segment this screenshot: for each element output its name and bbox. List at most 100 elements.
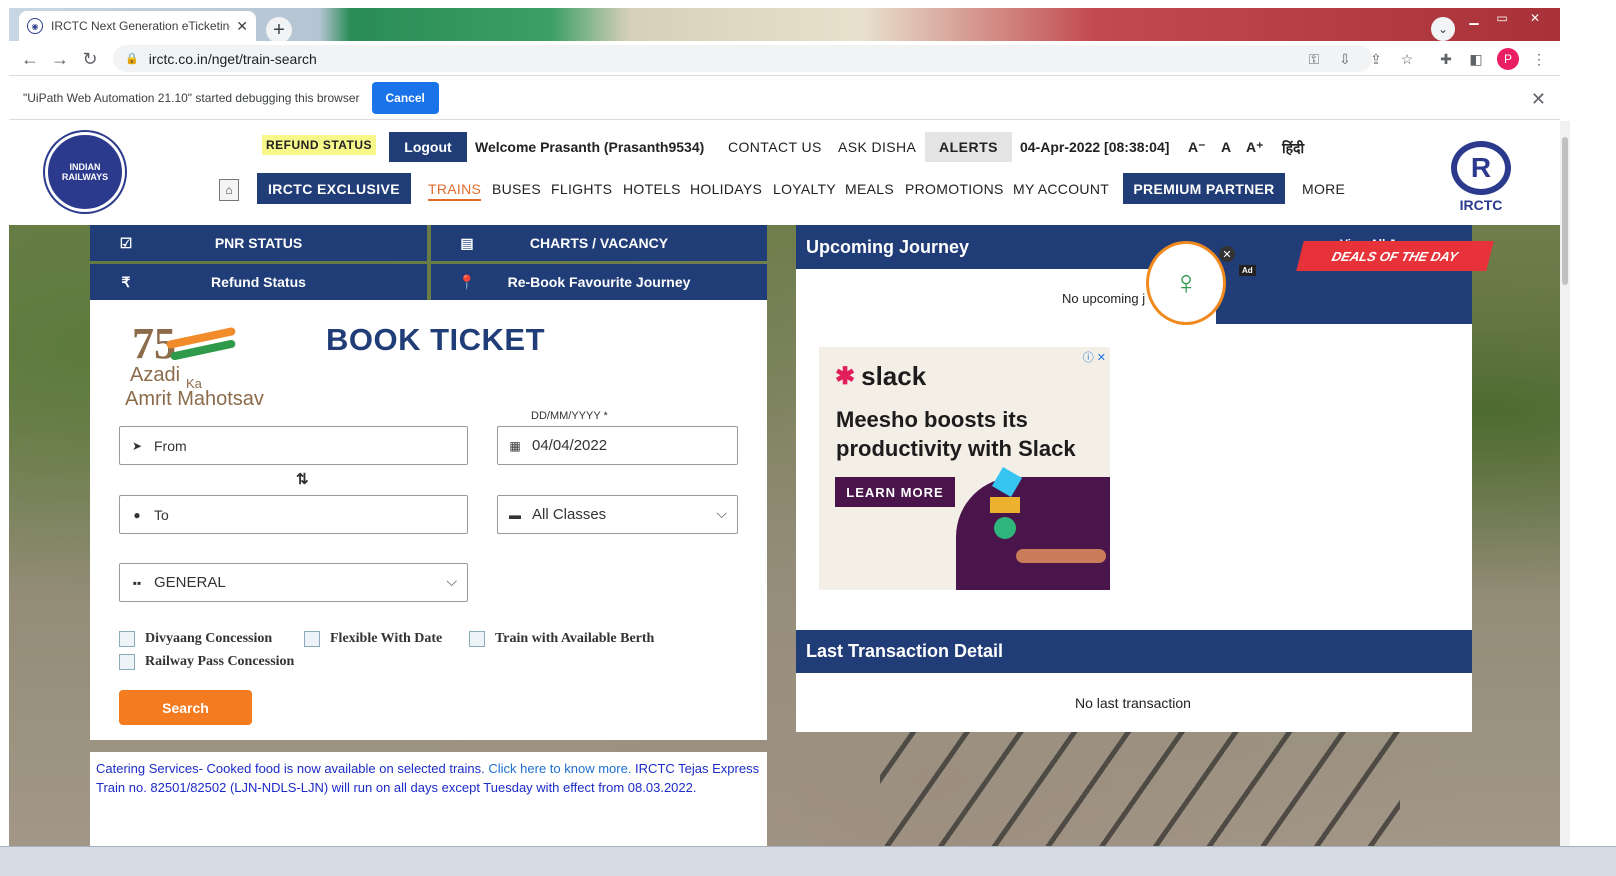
extensions-icon[interactable]: ✚ (1436, 49, 1456, 69)
checkbox-box[interactable] (119, 654, 135, 670)
nav-buses[interactable]: BUSES (492, 181, 541, 197)
font-normal-button[interactable]: A (1221, 139, 1231, 155)
cancel-debug-button[interactable]: Cancel (371, 82, 439, 114)
ad-choices-icon[interactable]: ⓘ ✕ (1083, 349, 1106, 365)
location-arrow-icon: ➤ (131, 438, 143, 453)
slack-hash-icon: ✱ (835, 363, 856, 390)
url-field[interactable]: 🔒 irctc.co.in/nget/train-search (113, 45, 1372, 72)
nav-promotions[interactable]: PROMOTIONS (905, 181, 1004, 197)
browser-tab[interactable]: ◉ IRCTC Next Generation eTicketing ✕ (19, 11, 256, 41)
close-window-button[interactable]: ✕ (1515, 8, 1555, 28)
railway-pass-checkbox[interactable]: Railway Pass Concession (119, 654, 294, 670)
class-value: All Classes (532, 506, 607, 523)
lock-icon: 🔒 (125, 53, 139, 65)
flexible-date-checkbox[interactable]: Flexible With Date (304, 631, 442, 647)
tab-search-icon[interactable]: ⌄ (1431, 17, 1455, 41)
learn-more-button[interactable]: LEARN MORE (835, 477, 955, 507)
from-placeholder: From (154, 437, 187, 454)
nav-my-account[interactable]: MY ACCOUNT (1013, 181, 1109, 197)
deals-of-the-day-banner[interactable]: DEALS OF THE DAY (1296, 241, 1494, 271)
url-text: irctc.co.in/nget/train-search (148, 50, 317, 67)
journey-date-input[interactable]: ▦ 04/04/2022 (497, 426, 738, 465)
slack-ad[interactable]: ⓘ ✕ ✱ slack Meesho boosts its productivi… (819, 347, 1110, 590)
alerts-button[interactable]: ALERTS (925, 132, 1012, 162)
refund-status-link[interactable]: REFUND STATUS (262, 135, 377, 155)
premium-partner-button[interactable]: PREMIUM PARTNER (1123, 173, 1285, 204)
page-scrollbar[interactable] (1560, 121, 1570, 846)
hindi-language-link[interactable]: हिंदी (1282, 139, 1304, 158)
os-taskbar (0, 846, 1616, 876)
notice-text-1: Catering Services- Cooked food is now av… (96, 761, 489, 776)
grid-icon: ▪▪ (132, 575, 142, 590)
irctc-logo-text: IRCTC (1459, 197, 1503, 213)
class-select[interactable]: ▬ All Classes ⌵ (497, 495, 738, 534)
chatbot-close-icon[interactable]: ✕ (1219, 246, 1235, 262)
nav-hotels[interactable]: HOTELS (623, 181, 681, 197)
checkbox-box[interactable] (119, 631, 135, 647)
available-berth-checkbox[interactable]: Train with Available Berth (469, 631, 654, 647)
tab-close-icon[interactable]: ✕ (236, 18, 248, 35)
refund-status-tab[interactable]: ₹ Refund Status (90, 264, 427, 300)
reload-icon[interactable]: ↻ (79, 48, 101, 70)
nav-more[interactable]: MORE (1302, 181, 1345, 197)
divyaang-label: Divyaang Concession (145, 631, 273, 646)
irctc-logo[interactable]: R IRCTC (1441, 133, 1521, 213)
install-icon[interactable]: ⇩ (1335, 49, 1355, 69)
share-icon[interactable]: ⇪ (1366, 49, 1386, 69)
forward-icon[interactable]: → (49, 48, 71, 70)
know-more-link[interactable]: Click here to know more. (488, 761, 631, 776)
nav-flights[interactable]: FLIGHTS (551, 181, 612, 197)
nav-holidays[interactable]: HOLIDAYS (690, 181, 762, 197)
divyaang-concession-checkbox[interactable]: Divyaang Concession (119, 631, 272, 647)
minimize-button[interactable]: ▁ (1459, 8, 1489, 28)
shape-blue (991, 466, 1023, 498)
home-icon[interactable]: ⌂ (219, 179, 239, 201)
quota-select[interactable]: ▪▪ GENERAL ⌵ (119, 563, 468, 602)
calendar-icon: ▦ (509, 438, 521, 453)
browser-tab-strip: ◉ IRCTC Next Generation eTicketing ✕ + ⌄… (9, 8, 1560, 43)
font-increase-button[interactable]: A⁺ (1246, 139, 1264, 156)
ask-disha-chatbot-icon[interactable]: ♀ (1146, 241, 1226, 325)
ad-headline: Meesho boosts its productivity with Slac… (836, 407, 1076, 461)
nav-meals[interactable]: MEALS (845, 181, 894, 197)
debug-message: "UiPath Web Automation 21.10" started de… (23, 91, 360, 105)
search-button[interactable]: Search (119, 690, 252, 725)
address-bar: ← → ↻ 🔒 irctc.co.in/nget/train-search ⚿ … (9, 41, 1560, 76)
from-station-input[interactable]: ➤ From (119, 426, 468, 465)
indian-railways-emblem[interactable]: INDIAN RAILWAYS (45, 132, 125, 212)
bookmark-star-icon[interactable]: ☆ (1397, 49, 1417, 69)
checkbox-box[interactable] (469, 631, 485, 647)
flexible-label: Flexible With Date (330, 631, 443, 646)
back-icon[interactable]: ← (19, 48, 41, 70)
menu-dots-icon[interactable]: ⋮ (1529, 49, 1549, 69)
pnr-status-tab[interactable]: ☑ PNR STATUS (90, 225, 427, 261)
to-station-input[interactable]: ● To (119, 495, 468, 534)
infobar-close-icon[interactable]: ✕ (1531, 89, 1546, 110)
ad-label: Ad (1239, 265, 1256, 276)
charts-vacancy-tab[interactable]: ▤ CHARTS / VACANCY (431, 225, 767, 261)
side-panel-icon[interactable]: ◧ (1466, 49, 1486, 69)
nav-loyalty[interactable]: LOYALTY (773, 181, 836, 197)
logout-button[interactable]: Logout (389, 132, 467, 162)
charts-vacancy-label: CHARTS / VACANCY (529, 235, 669, 251)
rebook-journey-tab[interactable]: 📍 Re-Book Favourite Journey (431, 264, 767, 300)
swap-stations-icon[interactable]: ⇅ (296, 470, 309, 488)
book-ticket-title: BOOK TICKET (326, 322, 546, 357)
scrollbar-thumb[interactable] (1562, 137, 1568, 285)
contact-us-link[interactable]: CONTACT US (728, 139, 822, 155)
refund-status-label: Refund Status (211, 274, 306, 290)
upcoming-journey-panel: Upcoming Journey View All Journeys No up… (796, 225, 1472, 325)
debug-infobar: "UiPath Web Automation 21.10" started de… (9, 77, 1560, 120)
maximize-button[interactable]: ▭ (1489, 8, 1515, 28)
to-placeholder: To (154, 506, 169, 523)
nav-trains[interactable]: TRAINS (428, 181, 482, 201)
key-icon[interactable]: ⚿ (1304, 49, 1324, 69)
profile-avatar[interactable]: P (1497, 48, 1519, 70)
irctc-exclusive-button[interactable]: IRCTC EXCLUSIVE (257, 173, 411, 204)
server-datetime: 04-Apr-2022 [08:38:04] (1020, 139, 1170, 155)
site-header: INDIAN RAILWAYS REFUND STATUS Logout Wel… (9, 121, 1560, 225)
new-tab-button[interactable]: + (266, 17, 292, 43)
checkbox-box[interactable] (304, 631, 320, 647)
ask-disha-link[interactable]: ASK DISHA (838, 139, 916, 155)
font-decrease-button[interactable]: A⁻ (1188, 139, 1206, 156)
